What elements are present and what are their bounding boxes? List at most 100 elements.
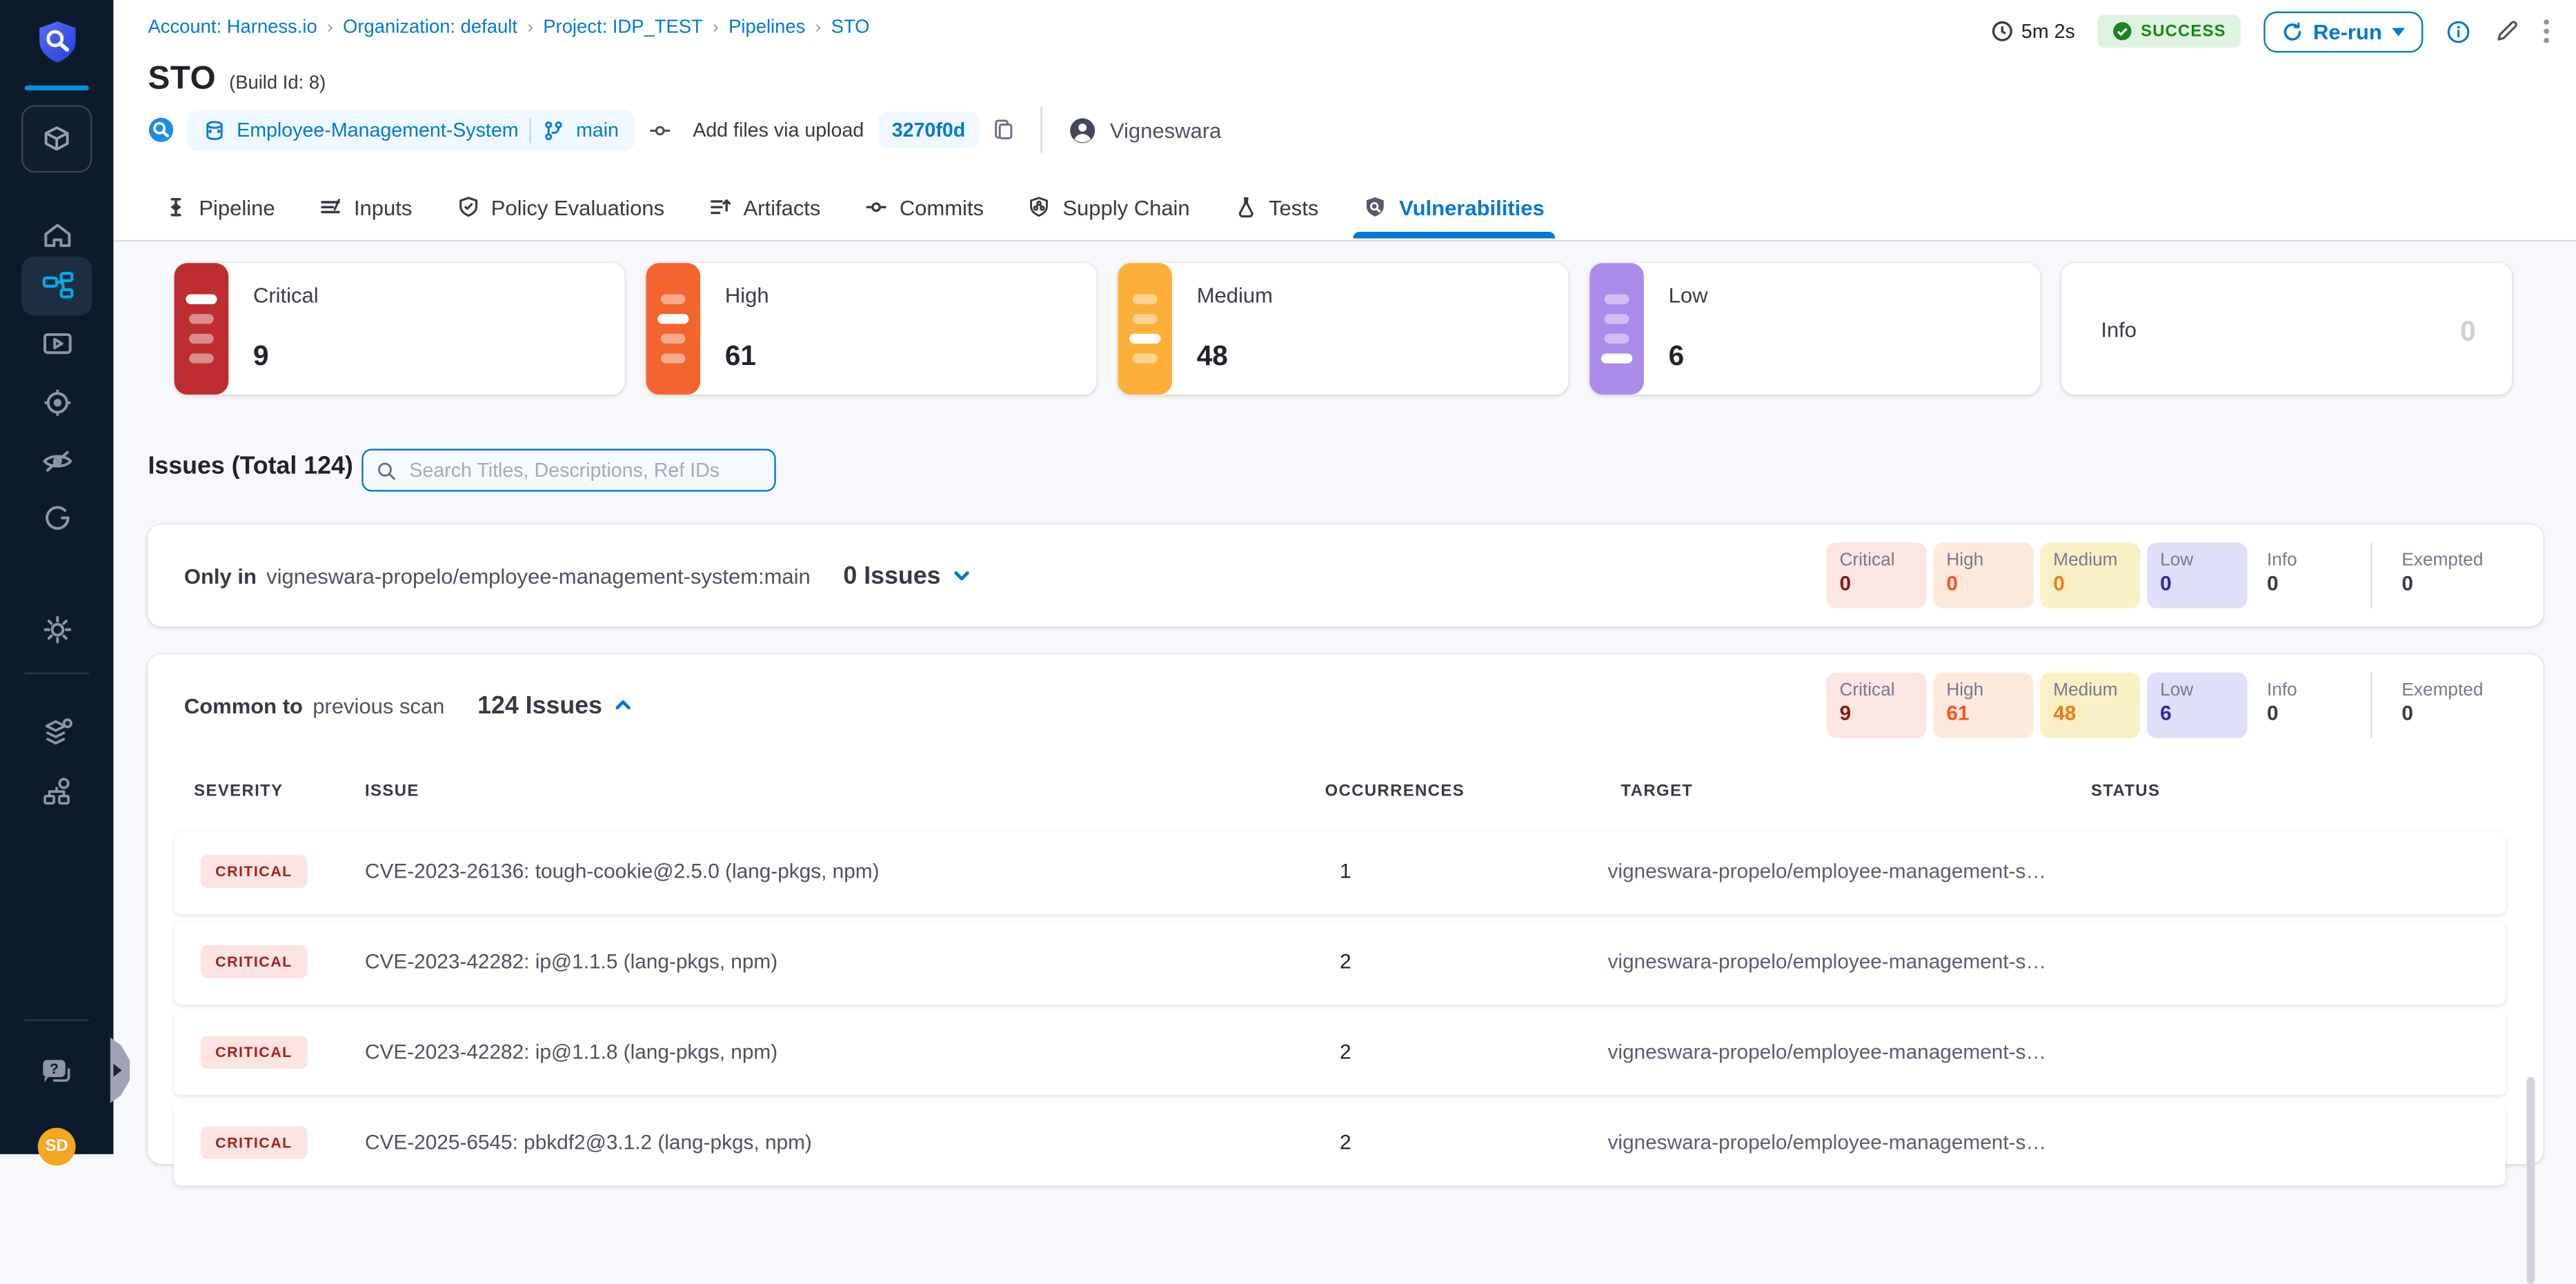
table-row[interactable]: CRITICAL CVE-2023-42282: ip@1.1.8 (lang-… [175, 1013, 2506, 1095]
chip-high[interactable]: High61 [1933, 673, 2033, 738]
execution-tabs: Pipeline Inputs Policy Evaluations Artif… [164, 177, 1544, 237]
user-avatar[interactable]: SD [38, 1128, 76, 1166]
sidebar-item-org-resources[interactable] [0, 713, 113, 753]
svg-text:?: ? [50, 1061, 59, 1077]
only-in-section-header[interactable]: Only in vigneswara-propelo/employee-mana… [184, 524, 973, 626]
chip-exempted[interactable]: Exempted0 [2388, 673, 2520, 738]
chip-info[interactable]: Info0 [2254, 542, 2354, 608]
issue-title: CVE-2023-42282: ip@1.1.8 (lang-pkgs, npm… [365, 1040, 777, 1063]
section-count: 0 Issues [843, 562, 940, 590]
active-tab-underline [1353, 232, 1554, 239]
sidebar-item-exemptions[interactable] [0, 441, 113, 480]
execution-info-button[interactable] [2446, 19, 2471, 43]
chevron-down-icon [951, 564, 973, 586]
low-strip-icon [1589, 263, 1644, 395]
git-branch-icon [543, 119, 564, 141]
card-value: 48 [1197, 340, 1228, 373]
commit-icon [648, 119, 673, 141]
app-window: ? SD Account: Harness.io › Organization:… [0, 0, 2576, 1154]
severity-chips: Critical0 High0 Medium0 Low0 Info0 [1826, 542, 2520, 608]
tab-policy-evaluations[interactable]: Policy Evaluations [457, 177, 664, 237]
info-card[interactable]: Info 0 [2061, 263, 2512, 395]
target-value: vigneswara-propelo/employee-management-s… [1607, 950, 2046, 973]
severity-summary-cards: Critical 9 High 61 Medium 48 [175, 263, 2512, 395]
table-scrollbar[interactable] [2527, 1077, 2535, 1284]
sidebar-item-getting-started[interactable] [0, 498, 113, 537]
sidebar-item-home[interactable] [0, 215, 113, 255]
occurrences-value: 2 [1340, 950, 1351, 973]
column-severity: SEVERITY [194, 782, 283, 800]
repo-branch-pill: Employee-Management-System main [188, 109, 635, 150]
sidebar-item-account-resources[interactable] [0, 773, 113, 812]
chip-high[interactable]: High0 [1933, 542, 2033, 608]
tab-artifacts[interactable]: Artifacts [709, 177, 820, 237]
breadcrumb-project[interactable]: Project: IDP_TEST [543, 18, 702, 38]
high-card[interactable]: High 61 [646, 263, 1096, 395]
card-label: Low [1669, 283, 1708, 308]
chip-info[interactable]: Info0 [2254, 673, 2354, 738]
branch-name-link[interactable]: main [576, 119, 619, 141]
sidebar-divider [25, 1019, 89, 1020]
breadcrumb-organization[interactable]: Organization: default [343, 18, 517, 38]
target-value: vigneswara-propelo/employee-management-s… [1607, 1040, 2046, 1063]
sidebar-item-executions[interactable] [0, 324, 113, 363]
success-check-icon [2113, 21, 2133, 41]
chip-low[interactable]: Low6 [2147, 673, 2247, 738]
chevron-down-icon [2392, 27, 2405, 35]
chip-critical[interactable]: Critical9 [1826, 673, 1926, 738]
executions-icon [39, 326, 75, 362]
sidebar-item-pipelines[interactable] [21, 257, 92, 316]
tab-inputs[interactable]: Inputs [319, 177, 412, 237]
help-chat-icon: ? [38, 1054, 76, 1089]
tab-tests[interactable]: Tests [1234, 177, 1318, 237]
table-row[interactable]: CRITICAL CVE-2023-26136: tough-cookie@2.… [175, 832, 2506, 914]
edit-pipeline-button[interactable] [2494, 18, 2520, 44]
sidebar-item-project-settings[interactable] [0, 610, 113, 649]
breadcrumb-account[interactable]: Account: Harness.io [148, 18, 317, 38]
breadcrumb-pipelines[interactable]: Pipelines [729, 18, 805, 38]
chip-medium[interactable]: Medium0 [2040, 542, 2140, 608]
tab-supply-chain[interactable]: Supply Chain [1028, 177, 1189, 237]
home-icon [39, 217, 75, 253]
artifacts-icon [709, 196, 731, 219]
breadcrumb: Account: Harness.io › Organization: defa… [148, 18, 869, 38]
table-row[interactable]: CRITICAL CVE-2023-42282: ip@1.1.5 (lang-… [175, 922, 2506, 1005]
commit-sha-link[interactable]: 3270f0d [877, 112, 980, 148]
commit-icon [865, 196, 888, 219]
issues-total-heading: Issues (Total 124) [148, 452, 353, 480]
tab-vulnerabilities[interactable]: Vulnerabilities [1363, 177, 1545, 237]
module-active-underline [25, 86, 89, 90]
module-selector-button[interactable] [21, 106, 92, 173]
search-input[interactable] [406, 457, 762, 483]
column-occurrences: OCCURRENCES [1325, 782, 1465, 800]
card-value: 0 [2460, 316, 2476, 349]
shield-network-icon [1028, 196, 1051, 219]
severity-chips: Critical9 High61 Medium48 Low6 Info0 [1826, 673, 2520, 738]
copy-sha-button[interactable] [993, 119, 1015, 141]
chip-low[interactable]: Low0 [2147, 542, 2247, 608]
rerun-refresh-icon [2282, 21, 2303, 42]
chip-critical[interactable]: Critical0 [1826, 542, 1926, 608]
critical-card[interactable]: Critical 9 [175, 263, 625, 395]
tab-pipeline[interactable]: Pipeline [164, 177, 275, 237]
table-row[interactable]: CRITICAL CVE-2025-6545: pbkdf2@3.1.2 (la… [175, 1103, 2506, 1185]
breadcrumb-pipeline-name[interactable]: STO [831, 18, 870, 38]
repo-name-link[interactable]: Employee-Management-System [237, 119, 518, 141]
critical-strip-icon [175, 263, 229, 395]
medium-card[interactable]: Medium 48 [1118, 263, 1568, 395]
help-button[interactable]: ? [0, 1052, 113, 1092]
tab-commits[interactable]: Commits [865, 177, 984, 237]
common-to-section-header[interactable]: Common to previous scan 124 Issues [184, 654, 635, 756]
chip-exempted[interactable]: Exempted0 [2388, 542, 2520, 608]
commit-message[interactable]: Add files via upload [693, 119, 864, 141]
breadcrumb-separator: › [327, 18, 333, 38]
rerun-button[interactable]: Re-run [2264, 10, 2424, 52]
occurrences-value: 2 [1340, 1040, 1351, 1063]
target-icon [39, 385, 75, 421]
issue-title: CVE-2023-42282: ip@1.1.5 (lang-pkgs, npm… [365, 950, 777, 973]
more-options-button[interactable] [2543, 18, 2550, 44]
sto-module-logo-icon[interactable] [0, 20, 113, 66]
chip-medium[interactable]: Medium48 [2040, 673, 2140, 738]
sidebar-item-targets[interactable] [0, 383, 113, 422]
low-card[interactable]: Low 6 [1589, 263, 2040, 395]
